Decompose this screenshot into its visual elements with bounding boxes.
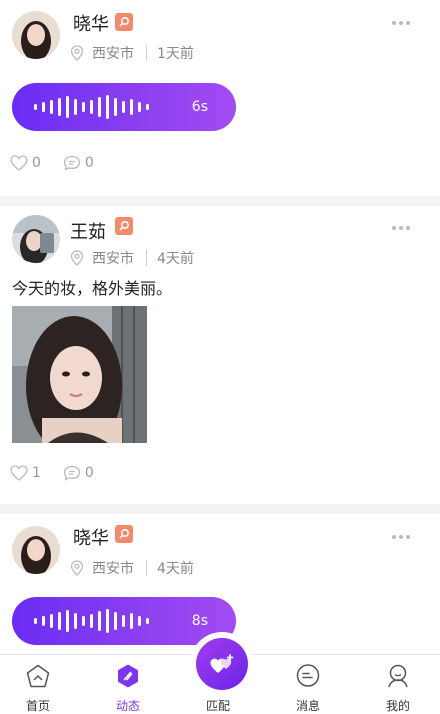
location-text: 西安市	[92, 561, 134, 577]
waveform-icon	[34, 93, 154, 121]
comment-icon	[63, 155, 81, 171]
voice-duration: 6s	[191, 99, 208, 115]
tab-label: 首页	[25, 699, 50, 713]
match-button[interactable]	[196, 638, 248, 690]
avatar[interactable]	[12, 526, 60, 574]
search-badge-icon	[115, 525, 133, 543]
time-text: 1天前	[157, 46, 194, 62]
tab-feed[interactable]: 动态	[98, 655, 158, 714]
waveform-icon	[34, 607, 154, 635]
profile-icon	[388, 664, 408, 688]
more-options-icon[interactable]	[392, 225, 410, 231]
tab-label: 匹配	[205, 699, 230, 713]
like-count: 1	[32, 465, 41, 481]
like-count: 0	[32, 155, 41, 171]
location-text: 西安市	[92, 46, 134, 62]
user-name[interactable]: 晓华	[73, 524, 109, 550]
time-text: 4天前	[157, 561, 194, 577]
divider	[146, 560, 147, 576]
feed: 晓华 西安市 1天前 6s 0 0 王茹 西安市 4天前 今天的妆，格外美丽。 …	[0, 0, 440, 654]
location-pin-icon	[70, 45, 84, 61]
message-icon	[296, 664, 320, 687]
location-text: 西安市	[92, 251, 134, 267]
voice-message-button[interactable]: 8s	[12, 597, 236, 645]
voice-message-button[interactable]: 6s	[12, 83, 236, 131]
post-card: 晓华 西安市 1天前 6s 0 0	[0, 0, 440, 196]
like-button[interactable]: 1	[10, 465, 41, 481]
voice-duration: 8s	[191, 613, 208, 629]
avatar[interactable]	[12, 215, 60, 263]
post-text: 今天的妆，格外美丽。	[12, 279, 173, 298]
divider	[146, 45, 147, 61]
time-text: 4天前	[157, 251, 194, 267]
tab-label: 消息	[295, 699, 320, 713]
post-card: 晓华 西安市 4天前 8s	[0, 514, 440, 654]
heart-icon	[10, 465, 28, 481]
post-meta: 西安市 4天前	[70, 248, 194, 268]
avatar[interactable]	[12, 11, 60, 59]
location-pin-icon	[70, 560, 84, 576]
comment-count: 0	[84, 465, 94, 481]
user-name[interactable]: 王茹	[70, 218, 106, 244]
search-badge-icon	[115, 217, 133, 235]
heart-icon	[10, 155, 28, 171]
comment-button[interactable]: 0	[63, 465, 94, 481]
home-icon	[26, 664, 50, 688]
divider	[146, 250, 147, 266]
like-button[interactable]: 0	[10, 155, 41, 171]
search-badge-icon	[115, 13, 133, 31]
post-card: 王茹 西安市 4天前 今天的妆，格外美丽。 1 0	[0, 206, 440, 504]
location-pin-icon	[70, 250, 84, 266]
feed-icon	[118, 664, 138, 688]
post-photo[interactable]	[12, 306, 147, 443]
post-meta: 西安市 4天前	[70, 558, 194, 578]
tab-label: 动态	[115, 699, 140, 713]
user-name[interactable]: 晓华	[73, 10, 109, 36]
tab-label: 我的	[385, 699, 410, 713]
post-stats: 1 0	[10, 465, 116, 481]
post-stats: 0 0	[10, 155, 116, 171]
post-separator	[0, 196, 440, 206]
tab-home[interactable]: 首页	[8, 655, 68, 714]
post-separator	[0, 504, 440, 514]
comment-count: 0	[84, 155, 94, 171]
more-options-icon[interactable]	[392, 20, 410, 26]
match-heart-icon	[210, 654, 234, 673]
comment-icon	[63, 465, 81, 481]
tab-messages[interactable]: 消息	[278, 655, 338, 714]
comment-button[interactable]: 0	[63, 155, 94, 171]
tab-profile[interactable]: 我的	[368, 655, 428, 714]
post-meta: 西安市 1天前	[70, 43, 194, 63]
more-options-icon[interactable]	[392, 534, 410, 540]
